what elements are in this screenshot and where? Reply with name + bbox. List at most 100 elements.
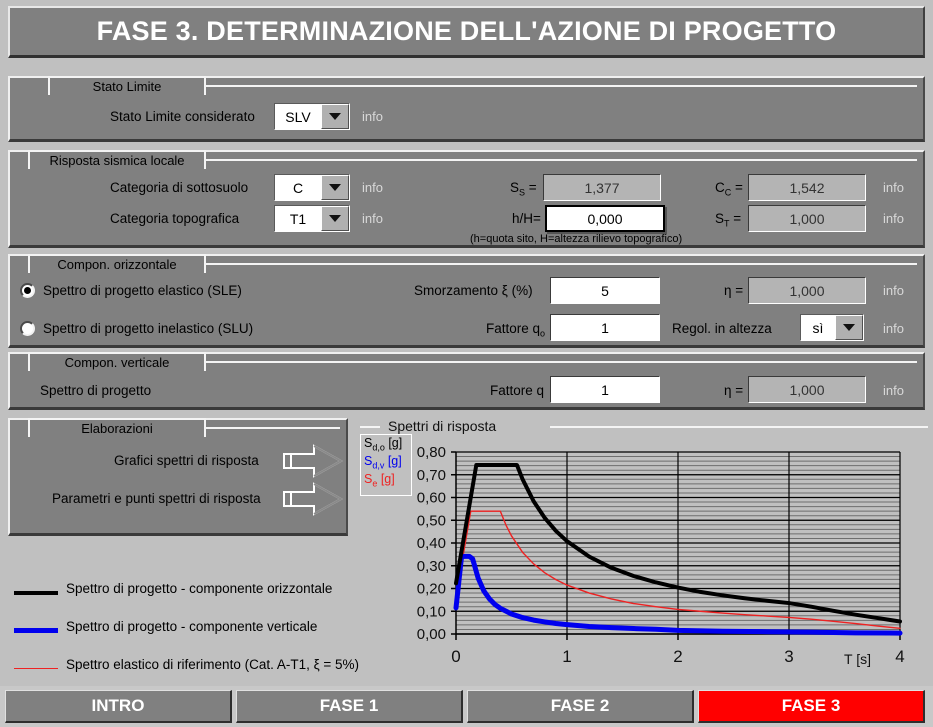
svg-text:0,70: 0,70	[417, 467, 446, 484]
group-rule	[206, 361, 917, 363]
legend-label: Spettro di progetto - componente vertica…	[66, 619, 318, 634]
svg-text:0,10: 0,10	[417, 603, 446, 620]
svg-text:0,40: 0,40	[417, 535, 446, 552]
chevron-down-icon[interactable]	[321, 206, 349, 231]
label-spettro-inelastico[interactable]: Spettro di progetto inelastico (SLU)	[43, 321, 253, 336]
group-title-elaborazioni: Elaborazioni	[28, 418, 206, 437]
panel-elaborazioni: Elaborazioni Grafici spettri di risposta…	[8, 418, 348, 536]
info-link-eta-orizzontale[interactable]: info	[883, 283, 904, 298]
group-rule	[206, 263, 917, 265]
select-categoria-sottosuolo-value: C	[275, 175, 321, 200]
tab-intro[interactable]: INTRO	[5, 690, 232, 723]
tab-fase-1[interactable]: FASE 1	[236, 690, 463, 723]
label-smorzamento: Smorzamento ξ (%)	[414, 283, 533, 298]
label-ss: SS =	[510, 180, 537, 198]
button-grafici-spettri[interactable]	[282, 444, 344, 478]
radio-spettro-elastico[interactable]	[20, 283, 35, 298]
svg-text:0,00: 0,00	[417, 626, 446, 643]
label-ss-eq: =	[525, 180, 537, 195]
tab-fase-3[interactable]: FASE 3	[698, 690, 925, 723]
label-categoria-topografica: Categoria topografica	[110, 211, 240, 226]
label-parametri-punti-spettri[interactable]: Parametri e punti spettri di risposta	[52, 491, 261, 506]
label-fattore-q0-text: Fattore q	[486, 321, 541, 336]
field-hh-input[interactable]: 0,000	[545, 205, 665, 232]
chart-bottom-legend: Spettro di progetto - componente orizzon…	[14, 545, 360, 672]
note-hh: (h=quota sito, H=altezza rilievo topogra…	[470, 233, 683, 245]
label-cc: CC =	[715, 180, 743, 198]
panel-risposta-sismica: Risposta sismica locale Categoria di sot…	[8, 150, 925, 248]
select-stato-limite[interactable]: SLV	[274, 103, 350, 130]
info-link-st[interactable]: info	[883, 211, 904, 226]
page-title: FASE 3. DETERMINAZIONE DELL'AZIONE DI PR…	[96, 16, 837, 46]
label-cc-letter: C	[715, 180, 725, 195]
label-spettro-elastico[interactable]: Spettro di progetto elastico (SLE)	[43, 283, 242, 298]
info-link-cc[interactable]: info	[883, 180, 904, 195]
chevron-down-icon[interactable]	[321, 175, 349, 200]
group-rule	[206, 85, 917, 87]
group-title-risposta-sismica: Risposta sismica locale	[28, 150, 206, 169]
group-rule	[206, 427, 340, 429]
label-fattore-q0: Fattore qo	[486, 321, 545, 339]
info-link-topografica[interactable]: info	[362, 211, 383, 226]
select-categoria-sottosuolo[interactable]: C	[274, 174, 350, 201]
label-hh: h/H=	[512, 211, 541, 226]
info-link-sottosuolo[interactable]: info	[362, 180, 383, 195]
select-regolarita-value: sì	[801, 315, 835, 340]
label-fattore-q0-sub: o	[540, 328, 546, 339]
svg-text:0,50: 0,50	[417, 512, 446, 529]
info-link-stato-limite[interactable]: info	[362, 109, 383, 124]
svg-text:0: 0	[451, 647, 460, 666]
group-title-componente-verticale: Compon. verticale	[28, 352, 206, 371]
label-st-eq: =	[729, 211, 742, 226]
select-categoria-topografica-value: T1	[275, 206, 321, 231]
label-eta-orizzontale: η =	[724, 283, 744, 298]
label-st: ST =	[715, 211, 741, 229]
tab-intro-label: INTRO	[91, 696, 145, 715]
field-st-value: 1,000	[748, 205, 866, 232]
chevron-down-icon[interactable]	[835, 315, 863, 340]
group-rule	[206, 159, 917, 161]
tab-fase-2[interactable]: FASE 2	[467, 690, 694, 723]
field-eta-verticale: 1,000	[748, 376, 866, 403]
field-fattore-q-verticale-input[interactable]: 1	[550, 376, 660, 403]
tab-fase-2-label: FASE 2	[550, 696, 610, 715]
svg-text:1: 1	[562, 647, 571, 666]
legend-label: Spettro elastico di riferimento (Cat. A-…	[66, 657, 360, 672]
svg-text:4: 4	[895, 647, 904, 666]
label-grafici-spettri[interactable]: Grafici spettri di risposta	[114, 453, 259, 468]
select-categoria-topografica[interactable]: T1	[274, 205, 350, 232]
svg-text:0,20: 0,20	[417, 581, 446, 598]
label-eta-verticale: η =	[724, 383, 744, 398]
label-categoria-sottosuolo: Categoria di sottosuolo	[110, 180, 249, 195]
info-link-regolarita[interactable]: info	[883, 321, 904, 336]
select-regolarita-altezza[interactable]: sì	[800, 314, 864, 341]
label-ss-letter: S	[510, 180, 520, 195]
label-cc-eq: =	[731, 180, 743, 195]
chart-xaxis-label: T [s]	[844, 651, 871, 667]
legend-line-sample	[14, 668, 58, 669]
panel-componente-orizzontale: Compon. orizzontale Spettro di progetto …	[8, 254, 925, 348]
page-title-bar: FASE 3. DETERMINAZIONE DELL'AZIONE DI PR…	[8, 6, 925, 58]
chevron-down-icon[interactable]	[321, 104, 349, 129]
label-stato-limite-considerato: Stato Limite considerato	[110, 109, 255, 124]
group-title-componente-orizzontale: Compon. orizzontale	[28, 254, 206, 273]
legend-label: Spettro di progetto - componente orizzon…	[66, 581, 333, 596]
tab-fase-1-label: FASE 1	[319, 696, 379, 715]
field-smorzamento-input[interactable]: 5	[550, 277, 660, 304]
panel-stato-limite: Stato Limite Stato Limite considerato SL…	[8, 76, 925, 142]
radio-spettro-inelastico[interactable]	[20, 321, 35, 336]
field-fattore-q0-input[interactable]: 1	[550, 314, 660, 341]
label-st-letter: S	[715, 211, 725, 226]
group-title-stato-limite: Stato Limite	[48, 76, 206, 95]
chart-spettri-di-risposta: Spettri di risposta Sd,o [g] Sd,v [g] Se…	[360, 418, 930, 675]
button-parametri-punti-spettri[interactable]	[282, 482, 344, 516]
label-spettro-di-progetto-verticale: Spettro di progetto	[40, 383, 152, 398]
svg-text:0,80: 0,80	[417, 444, 446, 461]
chart-plot-svg: 0,00 0,10 0,20 0,30 0,40 0,50 0,60 0,70 0,80 0 1 2 3…	[417, 444, 905, 666]
legend-line-sample	[14, 591, 58, 595]
field-cc-value: 1,542	[748, 174, 866, 201]
legend-line-sample	[14, 628, 58, 633]
field-ss-value: 1,377	[543, 174, 661, 201]
tab-fase-3-label: FASE 3	[781, 696, 841, 715]
info-link-eta-verticale[interactable]: info	[883, 383, 904, 398]
